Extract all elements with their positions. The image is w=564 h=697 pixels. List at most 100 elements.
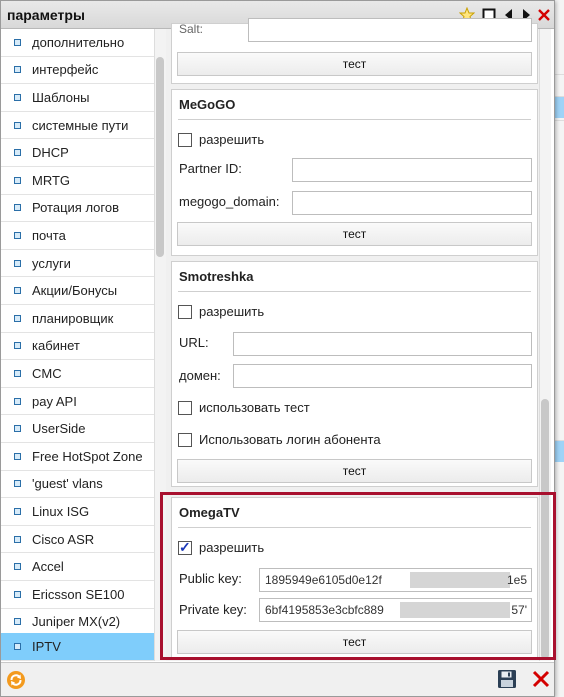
background-cell [555, 440, 564, 462]
bullet-icon [14, 642, 21, 650]
bullet-icon [14, 397, 21, 405]
refresh-icon[interactable] [6, 670, 26, 693]
bullet-icon [14, 259, 21, 267]
save-icon[interactable] [497, 669, 517, 692]
bullet-icon [14, 287, 21, 295]
bullet-icon [14, 176, 21, 184]
sidebar-item[interactable]: CMC [1, 360, 154, 388]
smotreshka-enable-label: разрешить [199, 304, 265, 319]
sidebar-item[interactable]: Ericsson SE100 [1, 581, 154, 609]
use-login-checkbox[interactable] [178, 433, 192, 447]
sidebar-item-label: pay API [32, 393, 77, 409]
panel-top: Salt: тест [171, 18, 538, 84]
background-cell [555, 96, 564, 118]
bullet-icon [14, 425, 21, 433]
sidebar-item-label: кабинет [32, 338, 80, 354]
close-icon[interactable] [536, 7, 552, 23]
salt-label: Salt: [179, 22, 204, 36]
sidebar-item[interactable]: UserSide [1, 415, 154, 443]
sidebar: дополнительно интерфейс Шаблоны системны… [1, 29, 166, 661]
sidebar-item-label: Ericsson SE100 [32, 586, 125, 602]
domain-input[interactable] [233, 364, 532, 388]
megogo-enable-checkbox[interactable] [178, 133, 192, 147]
smotreshka-title: Smotreshka [179, 269, 254, 284]
sidebar-item-label: Шаблоны [32, 89, 90, 105]
sidebar-item-label: Cisco ASR [32, 531, 95, 547]
sidebar-item-label: 'guest' vlans [32, 476, 103, 492]
sidebar-item[interactable]: планировщик [1, 305, 154, 333]
separator [178, 119, 531, 120]
top-test-button[interactable]: тест [177, 52, 532, 76]
sidebar-item-label: планировщик [32, 310, 114, 326]
sidebar-item-label: Ротация логов [32, 200, 119, 216]
separator [178, 291, 531, 292]
dialog-title: параметры [7, 7, 85, 23]
footer-bar [1, 662, 554, 696]
sidebar-item[interactable]: Ротация логов [1, 195, 154, 223]
sidebar-item-label: интерфейс [32, 62, 99, 78]
sidebar-item[interactable]: pay API [1, 388, 154, 416]
bullet-icon [14, 590, 21, 598]
sidebar-item-label: Juniper MX(v2) [32, 614, 121, 630]
salt-input[interactable] [248, 18, 532, 42]
sidebar-item[interactable]: Linux ISG [1, 498, 154, 526]
bullet-icon [14, 452, 21, 460]
bullet-icon [14, 563, 21, 571]
panel-megogo: MeGoGO разрешить Partner ID: megogo_doma… [171, 89, 538, 256]
bullet-icon [14, 618, 21, 626]
smotreshka-test-button[interactable]: тест [177, 459, 532, 483]
sidebar-item[interactable]: DHCP [1, 139, 154, 167]
megogo-title: MeGoGO [179, 97, 236, 112]
megogo-domain-input[interactable] [292, 191, 532, 215]
partner-id-input[interactable] [292, 158, 532, 182]
sidebar-item[interactable]: Акции/Бонусы [1, 277, 154, 305]
sidebar-item[interactable]: интерфейс [1, 57, 154, 85]
sidebar-item[interactable]: кабинет [1, 333, 154, 361]
url-label: URL: [179, 335, 209, 350]
bullet-icon [14, 535, 21, 543]
smotreshka-enable-checkbox[interactable] [178, 305, 192, 319]
sidebar-item-label: дополнительно [32, 34, 125, 50]
background-cell [555, 120, 564, 142]
sidebar-item[interactable]: Шаблоны [1, 84, 154, 112]
sidebar-item[interactable]: почта [1, 222, 154, 250]
sidebar-item[interactable]: Free HotSpot Zone [1, 443, 154, 471]
megogo-test-button[interactable]: тест [177, 222, 532, 246]
sidebar-item-label: Free HotSpot Zone [32, 448, 143, 464]
url-input[interactable] [233, 332, 532, 356]
sidebar-item[interactable]: дополнительно [1, 29, 154, 57]
close-icon[interactable] [531, 669, 551, 692]
use-test-checkbox[interactable] [178, 401, 192, 415]
bullet-icon [14, 93, 21, 101]
panel-smotreshka: Smotreshka разрешить URL: домен: использ… [171, 261, 538, 487]
sidebar-item-label: DHCP [32, 145, 69, 161]
bullet-icon [14, 38, 21, 46]
megogo-domain-label: megogo_domain: [179, 194, 280, 209]
sidebar-item[interactable]: системные пути [1, 112, 154, 140]
sidebar-item[interactable]: Accel [1, 553, 154, 581]
partner-id-label: Partner ID: [179, 161, 242, 176]
sidebar-scrollbar-thumb[interactable] [156, 57, 164, 257]
bullet-icon [14, 314, 21, 322]
sidebar-item[interactable]: MRTG [1, 167, 154, 195]
background-cell [555, 74, 564, 96]
sidebar-item-iptv[interactable]: IPTV [1, 633, 154, 661]
sidebar-item-label: почта [32, 227, 66, 243]
bullet-icon [14, 231, 21, 239]
sidebar-item-label: MRTG [32, 172, 71, 188]
sidebar-item-label: услуги [32, 255, 71, 271]
bullet-icon [14, 149, 21, 157]
sidebar-item[interactable]: Cisco ASR [1, 526, 154, 554]
sidebar-item-label: Linux ISG [32, 503, 90, 519]
domain-label: домен: [179, 368, 221, 383]
sidebar-item[interactable]: услуги [1, 250, 154, 278]
sidebar-item-label: IPTV [32, 638, 61, 654]
sidebar-item[interactable]: 'guest' vlans [1, 471, 154, 499]
sidebar-item-label: Accel [32, 559, 64, 575]
sidebar-item-label: системные пути [32, 117, 129, 133]
bullet-icon [14, 342, 21, 350]
sidebar-item-label: CMC [32, 365, 62, 381]
use-test-label: использовать тест [199, 400, 310, 415]
bullet-icon [14, 369, 21, 377]
use-login-label: Использовать логин абонента [199, 432, 381, 447]
